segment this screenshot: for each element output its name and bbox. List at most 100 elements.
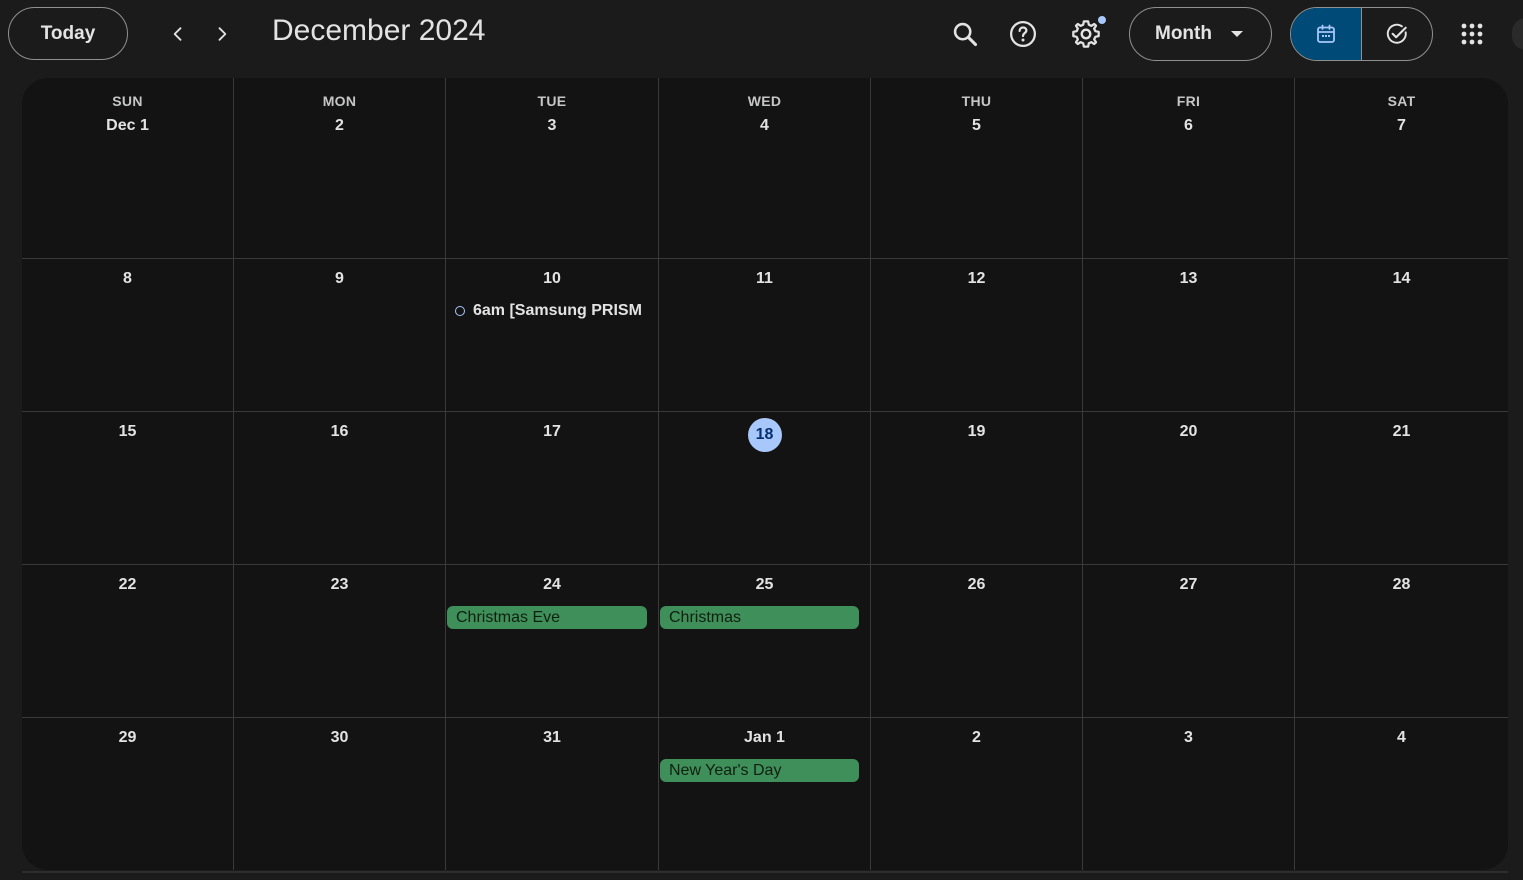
day-number[interactable]: 9: [234, 270, 445, 288]
day-cell[interactable]: TUE 3: [446, 78, 659, 259]
day-number[interactable]: 7: [1295, 117, 1508, 135]
weekday-label: MON: [322, 93, 357, 109]
day-number[interactable]: 17: [446, 423, 658, 441]
day-number[interactable]: 2: [871, 729, 1082, 747]
day-number[interactable]: 5: [871, 117, 1082, 135]
day-cell[interactable]: 24 Christmas Eve: [446, 565, 659, 718]
day-cell[interactable]: 8: [22, 259, 234, 412]
day-number[interactable]: 10: [446, 270, 658, 288]
day-cell[interactable]: 13: [1083, 259, 1295, 412]
day-cell[interactable]: 12: [871, 259, 1083, 412]
help-button[interactable]: [1003, 14, 1043, 54]
view-select-label: Month: [1155, 23, 1212, 44]
day-number[interactable]: 3: [1083, 729, 1294, 747]
day-number[interactable]: 2: [234, 117, 445, 135]
day-number[interactable]: 22: [22, 576, 233, 594]
day-number[interactable]: 29: [22, 729, 233, 747]
holiday-event-chip[interactable]: New Year's Day: [660, 759, 859, 782]
day-cell[interactable]: THU 5: [871, 78, 1083, 259]
day-number[interactable]: 8: [22, 270, 233, 288]
day-cell[interactable]: 2: [871, 718, 1083, 870]
day-number[interactable]: Jan 1: [659, 729, 870, 747]
day-number[interactable]: 16: [234, 423, 445, 441]
day-cell[interactable]: 19: [871, 412, 1083, 565]
day-cell[interactable]: SAT 7: [1295, 78, 1508, 259]
day-number[interactable]: 15: [22, 423, 233, 441]
next-month-button[interactable]: [205, 17, 239, 51]
google-apps-button[interactable]: [1452, 14, 1492, 54]
day-cell[interactable]: 18: [659, 412, 871, 565]
day-number[interactable]: 12: [871, 270, 1082, 288]
previous-month-button[interactable]: [161, 17, 195, 51]
day-number[interactable]: Dec 1: [22, 117, 233, 135]
day-number[interactable]: 13: [1083, 270, 1294, 288]
day-cell[interactable]: 28: [1295, 565, 1508, 718]
help-icon: [1010, 21, 1036, 47]
day-number[interactable]: 11: [659, 270, 870, 288]
day-cell[interactable]: 15: [22, 412, 234, 565]
event-chip[interactable]: 6am [Samsung PRISM: [455, 302, 642, 320]
day-number[interactable]: 4: [1295, 729, 1508, 747]
caret-down-icon: [1231, 31, 1243, 37]
day-cell[interactable]: 16: [234, 412, 446, 565]
weekday-label: SAT: [1387, 93, 1416, 109]
day-cell[interactable]: 20: [1083, 412, 1295, 565]
day-cell[interactable]: 29: [22, 718, 234, 870]
holiday-event-chip[interactable]: Christmas: [660, 606, 859, 629]
settings-notification-dot: [1097, 15, 1107, 25]
day-cell[interactable]: 22: [22, 565, 234, 718]
weekday-label: WED: [747, 93, 782, 109]
task-check-icon: [1386, 23, 1407, 44]
calendar-icon: [1317, 24, 1335, 43]
day-number[interactable]: 19: [871, 423, 1082, 441]
day-cell[interactable]: 23: [234, 565, 446, 718]
day-cell[interactable]: 3: [1083, 718, 1295, 870]
chevron-right-icon: [218, 27, 227, 41]
day-cell[interactable]: 31: [446, 718, 659, 870]
day-cell[interactable]: 27: [1083, 565, 1295, 718]
day-number[interactable]: 24: [446, 576, 658, 594]
day-number[interactable]: 21: [1295, 423, 1508, 441]
day-number[interactable]: 30: [234, 729, 445, 747]
day-number[interactable]: 20: [1083, 423, 1294, 441]
holiday-event-chip[interactable]: Christmas Eve: [447, 606, 647, 629]
day-number[interactable]: 31: [446, 729, 658, 747]
day-number[interactable]: 26: [871, 576, 1082, 594]
weekday-label: TUE: [537, 93, 567, 109]
day-number[interactable]: 23: [234, 576, 445, 594]
apps-grid-icon: [1461, 23, 1483, 45]
account-avatar-edge[interactable]: [1512, 18, 1523, 50]
day-cell[interactable]: 30: [234, 718, 446, 870]
day-cell[interactable]: 4: [1295, 718, 1508, 870]
day-number[interactable]: 3: [446, 117, 658, 135]
day-number[interactable]: 14: [1295, 270, 1508, 288]
day-cell[interactable]: WED 4: [659, 78, 871, 259]
day-cell[interactable]: 11: [659, 259, 871, 412]
view-select[interactable]: Month: [1129, 7, 1272, 61]
day-number[interactable]: 4: [659, 117, 870, 135]
day-cell[interactable]: MON 2: [234, 78, 446, 259]
day-number[interactable]: 28: [1295, 576, 1508, 594]
day-cell[interactable]: FRI 6: [1083, 78, 1295, 259]
today-button[interactable]: Today: [8, 7, 128, 60]
calendar-view-button[interactable]: [1291, 8, 1362, 60]
day-number[interactable]: 25: [659, 576, 870, 594]
weekday-label: FRI: [1176, 93, 1201, 109]
day-cell[interactable]: 10 6am [Samsung PRISM: [446, 259, 659, 412]
tasks-view-button[interactable]: [1362, 8, 1432, 60]
top-app-bar: Today December 2024 Month: [0, 0, 1523, 70]
event-dot-icon: [455, 306, 465, 316]
day-cell[interactable]: 21: [1295, 412, 1508, 565]
day-cell[interactable]: 14: [1295, 259, 1508, 412]
day-cell[interactable]: 25 Christmas: [659, 565, 871, 718]
search-icon: [953, 22, 978, 47]
day-cell[interactable]: 26: [871, 565, 1083, 718]
day-cell[interactable]: 9: [234, 259, 446, 412]
day-number[interactable]: 27: [1083, 576, 1294, 594]
day-cell[interactable]: 17: [446, 412, 659, 565]
day-cell[interactable]: Jan 1 New Year's Day: [659, 718, 871, 870]
today-indicator[interactable]: 18: [747, 418, 782, 452]
day-cell[interactable]: SUN Dec 1: [22, 78, 234, 259]
search-button[interactable]: [945, 14, 985, 54]
day-number[interactable]: 6: [1083, 117, 1294, 135]
